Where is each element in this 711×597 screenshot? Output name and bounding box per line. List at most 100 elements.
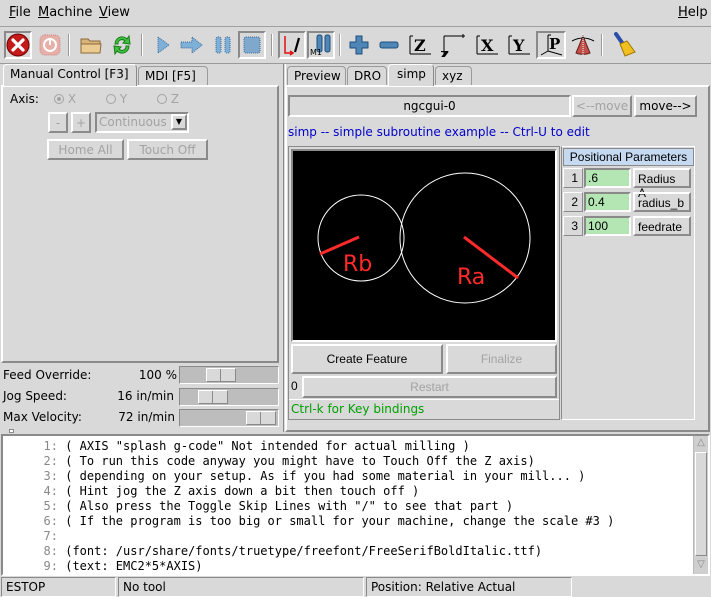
- slider-thumb[interactable]: [246, 411, 276, 425]
- gcode-line[interactable]: 8: (font: /usr/share/fonts/truetype/free…: [3, 544, 543, 559]
- tab-xyz-label: xyz: [442, 69, 463, 83]
- param-radius-a-input[interactable]: .6: [584, 168, 631, 188]
- move-left-label: <--move: [575, 99, 629, 113]
- param-number: 2: [563, 192, 583, 212]
- feed-override-value: 100 %: [138, 368, 177, 382]
- estop-button[interactable]: [4, 31, 32, 59]
- menu-help-rest: elp: [687, 5, 708, 20]
- finalize-label: Finalize: [480, 352, 523, 366]
- menu-machine-rest: achine: [49, 5, 93, 20]
- home-all-label: Home All: [58, 142, 113, 157]
- create-feature-button[interactable]: Create Feature: [291, 344, 443, 374]
- menu-machine[interactable]: Machine: [38, 5, 92, 20]
- clear-backplot-button[interactable]: [610, 31, 638, 59]
- jog-speed-slider[interactable]: [179, 388, 279, 406]
- chevron-down-icon[interactable]: ▼: [171, 114, 187, 130]
- axis-y-label: Y: [119, 92, 128, 106]
- block-delete-button[interactable]: [278, 31, 306, 59]
- menu-file[interactable]: File: [9, 5, 31, 20]
- gcode-scrollbar[interactable]: △ ▽: [693, 436, 708, 574]
- optional-stop-button[interactable]: M1: [307, 31, 335, 59]
- toolbar-separator: [339, 34, 341, 56]
- gcode-line-number: 7:: [43, 529, 58, 543]
- jog-increment-select[interactable]: Continuous ▼: [95, 112, 189, 133]
- jog-minus-button[interactable]: -: [48, 112, 68, 133]
- gcode-line-number: 6:: [43, 514, 58, 528]
- view-z-button[interactable]: Z: [406, 31, 434, 59]
- open-button[interactable]: [77, 31, 105, 59]
- jog-speed-value: 16 in/min: [117, 389, 174, 403]
- scroll-down-arrow-icon[interactable]: ▽: [695, 559, 707, 573]
- reload-button[interactable]: [108, 31, 136, 59]
- restart-label: Restart: [410, 380, 449, 394]
- max-velocity-slider[interactable]: [179, 409, 279, 427]
- pane-resize-handle[interactable]: [9, 429, 14, 433]
- tab-preview-label: Preview: [294, 69, 341, 83]
- tab-simp-label: simp: [397, 67, 426, 81]
- gcode-line-number: 1:: [43, 439, 58, 453]
- run-button[interactable]: [149, 31, 177, 59]
- tab-manual-control[interactable]: Manual Control [F3]: [3, 64, 137, 86]
- feed-override-slider[interactable]: [179, 366, 279, 384]
- zoom-out-icon: [379, 41, 399, 49]
- touch-off-button[interactable]: Touch Off: [127, 139, 208, 160]
- pause-button[interactable]: [209, 31, 237, 59]
- zoom-in-button[interactable]: [345, 31, 373, 59]
- view-perspective-button[interactable]: P: [536, 31, 566, 59]
- gcode-line[interactable]: 3: ( depending on your setup. As if you …: [3, 469, 586, 484]
- tab-xyz[interactable]: xyz: [435, 66, 472, 86]
- gcode-line-number: 2:: [43, 454, 58, 468]
- axis-label: Axis:: [10, 92, 39, 106]
- axis-x-radio[interactable]: X: [54, 92, 76, 106]
- gcode-line[interactable]: 4: ( Hint jog the Z axis down a bit then…: [3, 484, 420, 499]
- tab-dro[interactable]: DRO: [347, 66, 387, 86]
- power-icon: [39, 34, 61, 56]
- move-left-button[interactable]: <--move: [572, 95, 632, 117]
- stop-icon: [243, 36, 261, 54]
- axis-y-radio[interactable]: Y: [106, 92, 127, 106]
- menu-help[interactable]: Help: [678, 5, 708, 20]
- param-radius-b-input[interactable]: 0.4: [584, 192, 631, 212]
- gcode-line[interactable]: 9: (text: EMC2*5*AXIS): [3, 559, 203, 574]
- scroll-up-arrow-icon[interactable]: △: [695, 437, 707, 451]
- gcode-view[interactable]: 1: ( AXIS "splash g-code" Not intended f…: [1, 434, 710, 576]
- gcode-line[interactable]: 5: ( Also press the Toggle Skip Lines wi…: [3, 499, 514, 514]
- jog-plus-button[interactable]: +: [71, 112, 91, 133]
- gcode-line[interactable]: 7:: [3, 529, 65, 544]
- rb-label: Rb: [343, 252, 372, 277]
- view-x-label: X: [481, 36, 494, 55]
- slider-thumb[interactable]: [206, 368, 236, 382]
- view-x-button[interactable]: X: [473, 31, 501, 59]
- gcode-line-number: 9:: [43, 559, 58, 573]
- gcode-line[interactable]: 6: ( If the program is too big or small …: [3, 514, 615, 529]
- home-all-button[interactable]: Home All: [47, 139, 124, 160]
- menu-view[interactable]: View: [99, 5, 130, 20]
- step-button[interactable]: [178, 31, 206, 59]
- status-tool: No tool: [118, 577, 364, 597]
- view-y-icon: Y: [508, 35, 530, 55]
- rotate-view-button[interactable]: [569, 31, 597, 59]
- reload-icon: [113, 34, 131, 56]
- param-feedrate-input[interactable]: 100: [584, 216, 631, 236]
- zoom-out-button[interactable]: [375, 31, 403, 59]
- move-right-label: move-->: [639, 99, 692, 113]
- stop-button[interactable]: [238, 31, 266, 59]
- move-right-button[interactable]: move-->: [634, 95, 697, 117]
- machine-power-button[interactable]: [36, 31, 64, 59]
- axis-z-radio[interactable]: Z: [157, 92, 179, 106]
- tab-mdi[interactable]: MDI [F5]: [138, 66, 208, 86]
- tab-simp[interactable]: simp: [388, 64, 434, 86]
- subroutine-info: simp -- simple subroutine example -- Ctr…: [288, 125, 590, 139]
- scrollbar-thumb[interactable]: [695, 452, 707, 556]
- gcode-line[interactable]: 1: ( AXIS "splash g-code" Not intended f…: [3, 439, 470, 454]
- toolbar-separator: [68, 34, 70, 56]
- finalize-button[interactable]: Finalize: [446, 344, 557, 374]
- restart-button[interactable]: Restart: [302, 376, 557, 398]
- view-z2-button[interactable]: Z: [440, 31, 468, 59]
- run-icon: [157, 36, 170, 54]
- tab-preview[interactable]: Preview: [287, 66, 346, 86]
- slider-thumb[interactable]: [198, 390, 228, 404]
- view-y-label: Y: [512, 36, 525, 55]
- view-y-button[interactable]: Y: [505, 31, 533, 59]
- gcode-line[interactable]: 2: ( To run this code anyway you might h…: [3, 454, 535, 469]
